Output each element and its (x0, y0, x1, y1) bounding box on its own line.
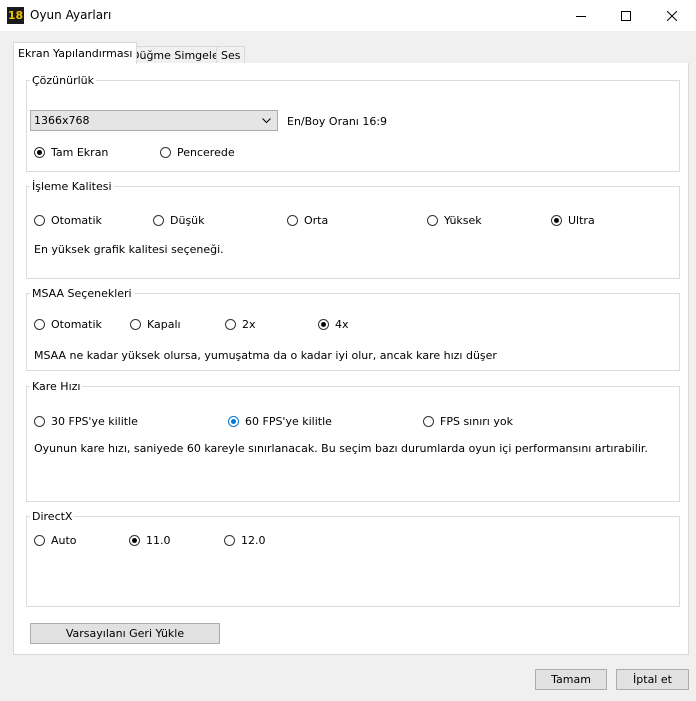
radio-label: Kapalı (147, 318, 181, 331)
radio-fps-30[interactable]: 30 FPS'ye kilitle (34, 415, 138, 428)
radio-fullscreen[interactable]: Tam Ekran (34, 146, 108, 159)
minimize-icon (576, 15, 586, 17)
radio-quality-low[interactable]: Düşük (153, 214, 205, 227)
radio-label: 60 FPS'ye kilitle (245, 415, 332, 428)
radio-label: 30 FPS'ye kilitle (51, 415, 138, 428)
chevron-down-icon (262, 118, 271, 124)
radio-label: 11.0 (146, 534, 171, 547)
radio-label: Otomatik (51, 318, 102, 331)
close-button[interactable] (649, 0, 695, 31)
aspect-ratio-label: En/Boy Oranı 16:9 (287, 115, 388, 128)
radio-label: Düşük (170, 214, 205, 227)
tab-ses[interactable]: Ses (216, 46, 246, 64)
radio-icon (34, 416, 45, 427)
radio-label: FPS sınırı yok (440, 415, 513, 428)
minimize-button[interactable] (558, 0, 604, 31)
radio-icon (318, 319, 329, 330)
framerate-group-label: Kare Hızı (30, 380, 83, 393)
radio-icon (34, 319, 45, 330)
app-icon: 18 (7, 7, 24, 24)
tab-ekran-yapilandirmasi[interactable]: Ekran Yapılandırması (13, 42, 138, 64)
restore-defaults-button[interactable]: Varsayılanı Geri Yükle (30, 623, 220, 644)
radio-icon (225, 319, 236, 330)
radio-icon (129, 535, 140, 546)
window-title: Oyun Ayarları (30, 8, 112, 22)
radio-label: 12.0 (241, 534, 266, 547)
radio-label: Otomatik (51, 214, 102, 227)
directx-group (26, 516, 680, 607)
radio-msaa-auto[interactable]: Otomatik (34, 318, 102, 331)
radio-icon (34, 535, 45, 546)
resolution-select-value: 1366x768 (34, 114, 90, 127)
radio-quality-ultra[interactable]: Ultra (551, 214, 595, 227)
maximize-icon (621, 10, 631, 21)
radio-icon (34, 147, 45, 158)
radio-icon (130, 319, 141, 330)
radio-icon (551, 215, 562, 226)
radio-directx-11[interactable]: 11.0 (129, 534, 171, 547)
radio-label: Auto (51, 534, 77, 547)
resolution-group-label: Çözünürlük (30, 74, 97, 87)
radio-label: Orta (304, 214, 329, 227)
maximize-button[interactable] (603, 0, 649, 31)
radio-quality-medium[interactable]: Orta (287, 214, 328, 227)
radio-icon (287, 215, 298, 226)
radio-label: Ultra (568, 214, 595, 227)
radio-quality-high[interactable]: Yüksek (427, 214, 482, 227)
radio-msaa-off[interactable]: Kapalı (130, 318, 181, 331)
radio-icon (228, 416, 239, 427)
radio-fps-60[interactable]: 60 FPS'ye kilitle (228, 415, 332, 428)
radio-windowed[interactable]: Pencerede (160, 146, 235, 159)
quality-group-label: İşleme Kalitesi (30, 180, 114, 193)
title-bar: 18 Oyun Ayarları (0, 0, 696, 31)
radio-directx-auto[interactable]: Auto (34, 534, 77, 547)
radio-icon (224, 535, 235, 546)
radio-directx-12[interactable]: 12.0 (224, 534, 266, 547)
radio-fps-unlimited[interactable]: FPS sınırı yok (423, 415, 513, 428)
msaa-group-label: MSAA Seçenekleri (30, 287, 134, 300)
radio-icon (153, 215, 164, 226)
ok-button[interactable]: Tamam (535, 669, 607, 690)
radio-icon (423, 416, 434, 427)
close-icon (667, 10, 677, 21)
msaa-description: MSAA ne kadar yüksek olursa, yumuşatma d… (34, 349, 497, 362)
radio-icon (34, 215, 45, 226)
cancel-button[interactable]: İptal et (616, 669, 689, 690)
resolution-select[interactable]: 1366x768 (30, 110, 278, 131)
quality-group (26, 186, 680, 279)
radio-icon (427, 215, 438, 226)
framerate-description: Oyunun kare hızı, saniyede 60 kareyle sı… (34, 442, 648, 455)
radio-label: 2x (242, 318, 256, 331)
radio-label: 4x (335, 318, 349, 331)
quality-description: En yüksek grafik kalitesi seçeneği. (34, 243, 224, 256)
radio-label: Yüksek (444, 214, 482, 227)
scrollbar[interactable] (689, 63, 696, 655)
directx-group-label: DirectX (30, 510, 75, 523)
radio-msaa-2x[interactable]: 2x (225, 318, 256, 331)
radio-label: Pencerede (177, 146, 235, 159)
radio-msaa-4x[interactable]: 4x (318, 318, 349, 331)
radio-icon (160, 147, 171, 158)
radio-quality-auto[interactable]: Otomatik (34, 214, 102, 227)
radio-label: Tam Ekran (51, 146, 109, 159)
